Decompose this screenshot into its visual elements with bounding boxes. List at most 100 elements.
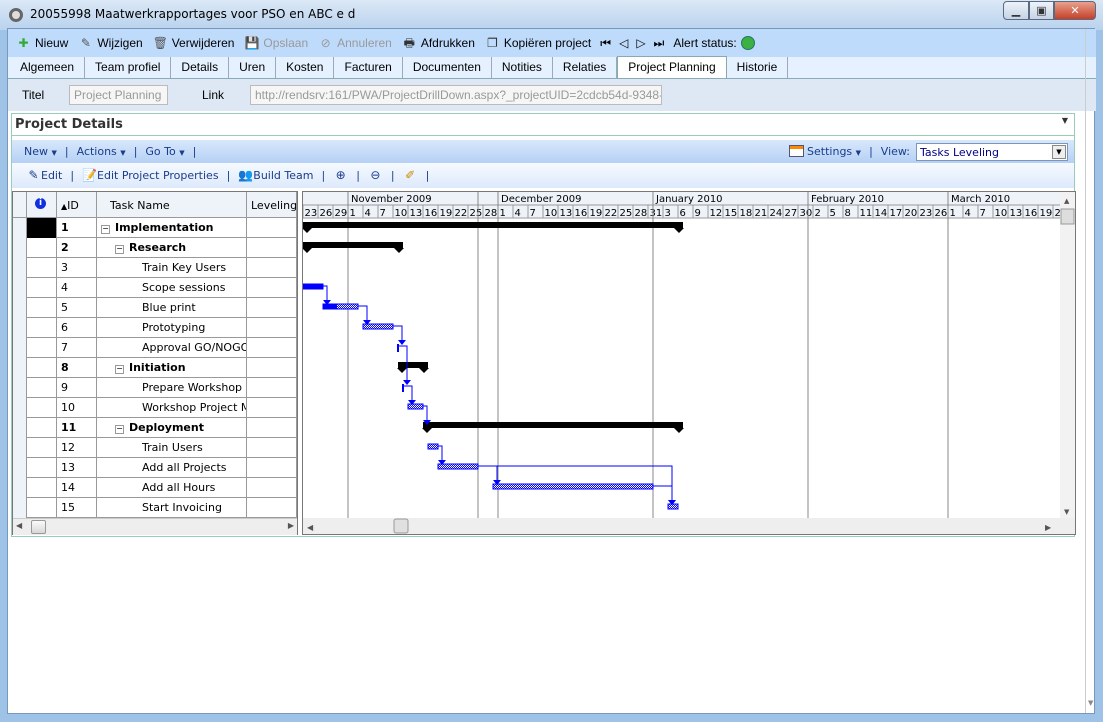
table-row[interactable]: 2− Research: [13, 238, 297, 258]
annuleren-button[interactable]: ⊘ Annuleren: [314, 36, 396, 51]
task-name-cell[interactable]: Scope sessions: [97, 278, 247, 298]
verwijderen-button[interactable]: 🗑 Verwijderen: [149, 36, 239, 51]
table-row[interactable]: 14 Add all Hours: [13, 478, 297, 498]
zoom-out-button[interactable]: ⊖: [362, 168, 389, 183]
settings-menu[interactable]: Settings ▼: [783, 145, 868, 158]
tab-details[interactable]: Details: [171, 57, 230, 78]
task-name-cell[interactable]: − Deployment: [97, 418, 247, 438]
task-name-cell[interactable]: Workshop Project Ma: [97, 398, 247, 418]
table-row[interactable]: 1− Implementation: [13, 218, 297, 238]
new-menu[interactable]: New ▼: [18, 145, 63, 158]
table-row[interactable]: 13 Add all Projects: [13, 458, 297, 478]
opslaan-button[interactable]: 💾 Opslaan: [240, 36, 312, 51]
task-name-cell[interactable]: Approval GO/NOGO: [97, 338, 247, 358]
close-button[interactable]: ✕: [1054, 1, 1096, 20]
collapse-icon[interactable]: −: [115, 365, 124, 374]
row-selector[interactable]: [13, 218, 27, 238]
collapse-icon[interactable]: −: [115, 245, 124, 254]
id-column-header[interactable]: ▲ID: [57, 192, 97, 218]
collapse-icon[interactable]: −: [115, 425, 124, 434]
task-name-cell[interactable]: Add all Hours: [97, 478, 247, 498]
tab-algemeen[interactable]: Algemeen: [10, 57, 86, 78]
task-name-cell[interactable]: Train Key Users: [97, 258, 247, 278]
tab-uren[interactable]: Uren: [229, 57, 277, 78]
page-scrollbar-track[interactable]: [1085, 29, 1086, 713]
previous-icon[interactable]: ◁: [616, 36, 631, 50]
kopi-ren-project-button[interactable]: ❐ Kopiëren project: [481, 36, 595, 51]
tab-team-profiel[interactable]: Team profiel: [85, 57, 172, 78]
build-team-button[interactable]: 👥Build Team: [232, 168, 319, 183]
row-selector[interactable]: [13, 378, 27, 398]
scroll-right-icon[interactable]: ▶: [288, 521, 294, 530]
tab-historie[interactable]: Historie: [727, 57, 789, 78]
row-selector[interactable]: [13, 418, 27, 438]
collapse-icon[interactable]: −: [101, 225, 110, 234]
table-row[interactable]: 10 Workshop Project Ma: [13, 398, 297, 418]
edit-button[interactable]: ✎ Edit: [20, 168, 68, 183]
task-name-cell[interactable]: Prepare Workshop: [97, 378, 247, 398]
table-row[interactable]: 11− Deployment: [13, 418, 297, 438]
table-row[interactable]: 7 Approval GO/NOGO: [13, 338, 297, 358]
tab-project-planning[interactable]: Project Planning: [617, 56, 727, 78]
tab-facturen[interactable]: Facturen: [334, 57, 403, 78]
table-row[interactable]: 12 Train Users: [13, 438, 297, 458]
row-selector[interactable]: [13, 258, 27, 278]
last-icon[interactable]: ⏭: [651, 36, 668, 51]
nieuw-button[interactable]: ✚ Nieuw: [12, 36, 72, 51]
tab-kosten[interactable]: Kosten: [276, 57, 335, 78]
row-selector[interactable]: [13, 278, 27, 298]
row-selector[interactable]: [13, 478, 27, 498]
next-icon[interactable]: ▷: [633, 36, 648, 50]
edit-project-properties-button[interactable]: 📝Edit Project Properties: [76, 168, 225, 183]
row-selector[interactable]: [13, 318, 27, 338]
task-name-cell[interactable]: Start Invoicing: [97, 498, 247, 518]
table-row[interactable]: 3 Train Key Users: [13, 258, 297, 278]
table-row[interactable]: 9 Prepare Workshop: [13, 378, 297, 398]
row-selector[interactable]: [13, 298, 27, 318]
afdrukken-button[interactable]: 🖶 Afdrukken: [398, 36, 479, 51]
row-selector[interactable]: [13, 398, 27, 418]
info-column-header[interactable]: i: [27, 192, 57, 218]
row-selector[interactable]: [13, 498, 27, 518]
row-selector[interactable]: [13, 438, 27, 458]
task-name-cell[interactable]: − Research: [97, 238, 247, 258]
goto-menu[interactable]: Go To ▼: [139, 145, 190, 158]
task-name-cell[interactable]: Add all Projects: [97, 458, 247, 478]
tab-documenten[interactable]: Documenten: [403, 57, 492, 78]
grid-horizontal-scrollbar[interactable]: ◀ ▶: [13, 518, 297, 535]
first-icon[interactable]: ⏮: [597, 36, 614, 51]
row-selector[interactable]: [13, 458, 27, 478]
actions-menu[interactable]: Actions ▼: [71, 145, 132, 158]
task-name-cell[interactable]: − Initiation: [97, 358, 247, 378]
minimize-button[interactable]: ▁: [1003, 1, 1029, 20]
zoom-in-button[interactable]: ⊕: [327, 168, 354, 183]
task-name-cell[interactable]: Blue print: [97, 298, 247, 318]
link-input[interactable]: http://rendsrv:161/PWA/ProjectDrillDown.…: [250, 85, 662, 105]
leveling-column-header[interactable]: Leveling: [247, 192, 297, 218]
task-name-cell[interactable]: Train Users: [97, 438, 247, 458]
wijzigen-button[interactable]: ✎ Wijzigen: [74, 36, 146, 51]
table-row[interactable]: 6 Prototyping: [13, 318, 297, 338]
table-row[interactable]: 4 Scope sessions: [13, 278, 297, 298]
table-row[interactable]: 15 Start Invoicing: [13, 498, 297, 518]
chevron-down-icon[interactable]: ▼: [1052, 144, 1066, 159]
task-name-column-header[interactable]: Task Name: [97, 192, 247, 218]
tab-relaties[interactable]: Relaties: [553, 57, 618, 78]
row-selector[interactable]: [13, 238, 27, 258]
task-name-cell[interactable]: − Implementation: [97, 218, 247, 238]
table-row[interactable]: 8− Initiation: [13, 358, 297, 378]
page-scroll-down-icon[interactable]: ▼: [1088, 699, 1093, 707]
collapse-arrow-icon[interactable]: ▼: [1062, 116, 1068, 125]
row-selector[interactable]: [13, 338, 27, 358]
scroll-thumb[interactable]: [31, 520, 46, 534]
view-select[interactable]: Tasks Leveling ▼: [916, 142, 1068, 161]
id-cell: 5: [57, 298, 97, 318]
titel-input[interactable]: Project Planning: [69, 85, 168, 105]
task-name-cell[interactable]: Prototyping: [97, 318, 247, 338]
scroll-left-icon[interactable]: ◀: [16, 521, 22, 530]
tab-notities[interactable]: Notities: [492, 57, 553, 78]
table-row[interactable]: 5 Blue print: [13, 298, 297, 318]
maximize-button[interactable]: ▣: [1029, 1, 1054, 20]
row-selector[interactable]: [13, 358, 27, 378]
highlight-button[interactable]: ✐: [397, 168, 424, 183]
